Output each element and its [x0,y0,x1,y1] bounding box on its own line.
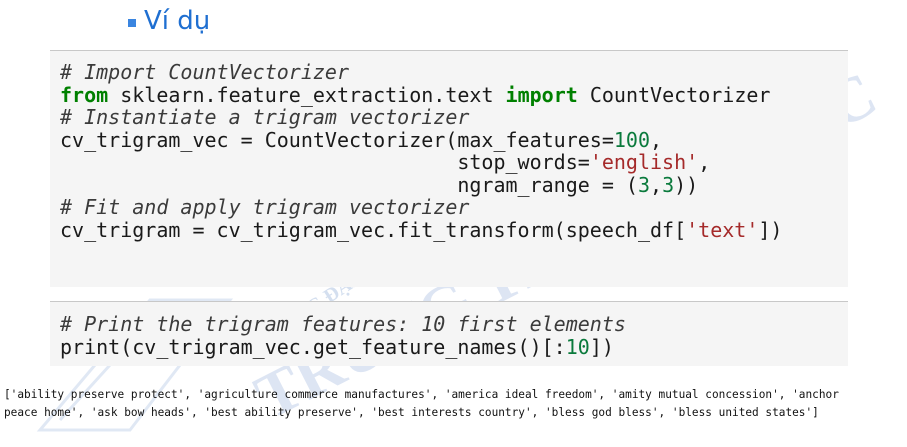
code-token: # Fit and apply trigram vectorizer [60,195,470,219]
code-token: # Print the trigram features: 10 first e… [60,312,626,336]
code-line: stop_words='english', [60,151,848,174]
output-line: peace home', 'ask bow heads', 'best abil… [4,406,819,419]
code-token: cv_trigram = cv_trigram_vec.fit_transfor… [60,217,687,242]
code-token: 'text' [686,217,759,242]
code-token: ]) [758,217,783,242]
heading-text: Ví dụ [144,6,211,36]
code-token: 100 [613,127,651,152]
code-line: cv_trigram = cv_trigram_vec.fit_transfor… [60,217,848,242]
code-token: 3 [637,172,651,197]
code-token: )) [674,172,699,197]
code-cell-vectorizer[interactable]: # Import CountVectorizer from sklearn.fea… [50,50,848,287]
code-line: from sklearn.feature_extraction.text imp… [60,82,848,107]
code-token: from [60,82,109,107]
output-line: ['ability preserve protect', 'agricultur… [4,388,839,401]
code-token: sklearn.feature_extraction.text [108,82,506,107]
code-line: # Import CountVectorizer [60,61,848,84]
square-bullet-icon [128,19,136,27]
code-token: , [650,127,663,152]
code-block: # Print the trigram features: 10 first e… [60,313,848,358]
code-token: ngram_range = ( [60,172,638,197]
code-token: ]) [589,334,614,359]
code-token: CountVectorizer [577,82,771,107]
code-line: # Instantiate a trigram vectorizer [60,106,848,129]
code-token: 'english' [589,150,699,174]
code-line: ngram_range = (3,3)) [60,172,848,197]
code-token: , [650,172,663,197]
code-line: # Print the trigram features: 10 first e… [60,313,848,336]
code-line: print(cv_trigram_vec.get_feature_names()… [60,334,848,359]
code-token: , [698,150,711,174]
code-token: # Instantiate a trigram vectorizer [60,105,470,129]
code-token: print(cv_trigram_vec.get_feature_names()… [60,334,566,359]
code-cell-print[interactable]: # Print the trigram features: 10 first e… [50,301,848,366]
code-token: import [505,82,578,107]
code-token: cv_trigram_vec = CountVectorizer(max_fea… [60,127,614,152]
slide-heading: Ví dụ [128,6,210,36]
code-token: 3 [662,172,675,197]
code-line: cv_trigram_vec = CountVectorizer(max_fea… [60,127,848,152]
code-token: # Import CountVectorizer [60,60,349,84]
code-block: # Import CountVectorizer from sklearn.fea… [60,61,848,241]
code-token: 10 [565,334,590,359]
code-line: # Fit and apply trigram vectorizer [60,196,848,219]
cell-output: ['ability preserve protect', 'agricultur… [4,386,904,422]
code-token: stop_words= [60,150,590,174]
